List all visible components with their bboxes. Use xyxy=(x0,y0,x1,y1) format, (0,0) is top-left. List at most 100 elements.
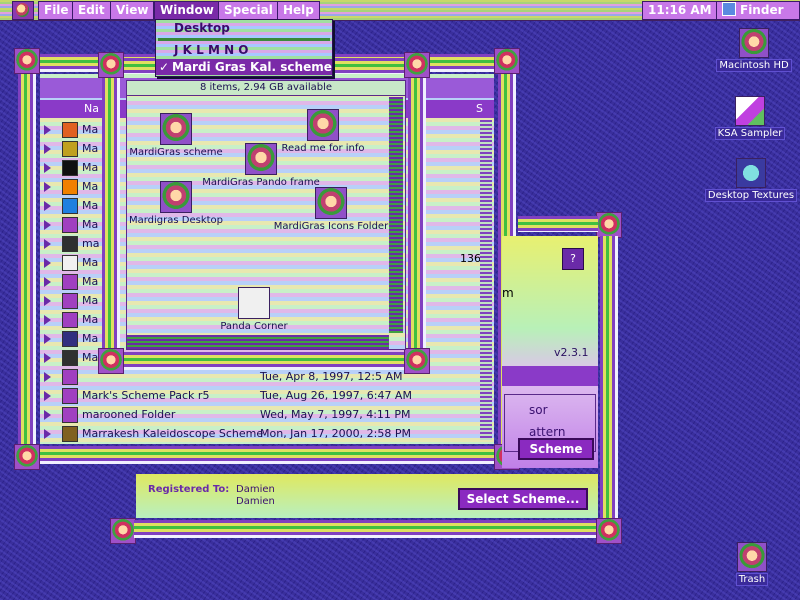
desktop-icon-trash[interactable]: Trash xyxy=(722,542,782,586)
menu-window[interactable]: Window xyxy=(154,1,220,20)
menu-special[interactable]: Special xyxy=(218,1,279,20)
list-row-name: Ma xyxy=(82,332,99,345)
menu-edit[interactable]: Edit xyxy=(72,1,111,20)
disclosure-triangle-icon[interactable] xyxy=(44,296,51,306)
frame-left xyxy=(18,74,36,444)
desktop-icon-macintosh-hd[interactable]: Macintosh HD xyxy=(712,28,796,72)
vertical-scrollbar[interactable] xyxy=(389,97,403,333)
registered-organization: Damien xyxy=(236,496,275,507)
list-row-name: Ma xyxy=(82,294,99,307)
folder-icon xyxy=(315,187,347,219)
select-scheme-button[interactable]: Select Scheme... xyxy=(458,488,588,510)
mardigras-scheme-icon xyxy=(160,113,192,145)
disclosure-triangle-icon[interactable] xyxy=(44,353,51,363)
list-row-name: Ma xyxy=(82,161,99,174)
application-icon xyxy=(735,96,765,126)
file-icon xyxy=(62,388,78,404)
file-icon xyxy=(62,179,78,195)
pando-frame-icon xyxy=(245,143,277,175)
disclosure-triangle-icon[interactable] xyxy=(44,429,51,439)
registered-label: Registered To: xyxy=(148,484,230,495)
frame-bottom xyxy=(124,352,404,370)
partial-text-1: sor xyxy=(529,403,548,417)
frame-corner-icon xyxy=(404,52,430,78)
menu-item-mardi-gras[interactable]: ✓ Mardi Gras Kal. scheme xyxy=(156,59,332,75)
menu-item-desktop[interactable]: Desktop xyxy=(156,20,332,36)
file-icon xyxy=(62,160,78,176)
partial-text-2: attern xyxy=(529,425,566,439)
disclosure-triangle-icon[interactable] xyxy=(44,315,51,325)
frame-corner-icon xyxy=(596,518,622,544)
disclosure-triangle-icon[interactable] xyxy=(44,334,51,344)
menubar-clock[interactable]: 11:16 AM xyxy=(642,1,718,20)
disclosure-triangle-icon[interactable] xyxy=(44,163,51,173)
disclosure-triangle-icon[interactable] xyxy=(44,372,51,382)
title-bar[interactable] xyxy=(518,216,598,232)
disclosure-triangle-icon[interactable] xyxy=(44,144,51,154)
disclosure-triangle-icon[interactable] xyxy=(44,391,51,401)
disclosure-triangle-icon[interactable] xyxy=(44,125,51,135)
list-row-name: Ma xyxy=(82,351,99,364)
frame-corner-icon xyxy=(98,52,124,78)
icon-label: MardiGras Icons Folder xyxy=(273,221,389,232)
horizontal-scrollbar[interactable] xyxy=(127,335,389,349)
apple-menu-icon[interactable] xyxy=(12,1,34,20)
file-icon xyxy=(62,312,78,328)
frame-corner-icon xyxy=(494,48,520,74)
icon-mardigras-icons-folder[interactable]: MardiGras Icons Folder xyxy=(271,187,391,232)
folder-icon xyxy=(736,158,766,188)
list-row-name: Ma xyxy=(82,180,99,193)
frame-corner-icon xyxy=(596,212,622,238)
status-bar: 8 items, 2.94 GB available xyxy=(127,81,405,96)
frame-corner-icon xyxy=(110,518,136,544)
disclosure-triangle-icon[interactable] xyxy=(44,182,51,192)
partial-title-char: m xyxy=(502,286,514,300)
frame-corner-icon xyxy=(14,444,40,470)
desktop-icon-label: Trash xyxy=(735,573,769,586)
hard-disk-icon xyxy=(739,28,769,58)
desktop-icon-ksa-sampler[interactable]: KSA Sampler xyxy=(708,96,792,140)
file-icon xyxy=(62,274,78,290)
disclosure-triangle-icon[interactable] xyxy=(44,201,51,211)
file-icon xyxy=(62,255,78,271)
menu-view[interactable]: View xyxy=(110,1,155,20)
list-row-name: Ma xyxy=(82,275,99,288)
file-icon xyxy=(62,293,78,309)
version-label: v2.3.1 xyxy=(554,346,589,359)
disclosure-triangle-icon[interactable] xyxy=(44,277,51,287)
frame-right xyxy=(408,78,426,348)
panel-divider xyxy=(502,366,598,386)
menu-item-label: Mardi Gras Kal. scheme xyxy=(172,60,332,74)
desktop-picture-icon xyxy=(160,181,192,213)
scheme-button[interactable]: Scheme xyxy=(518,438,594,460)
document-icon xyxy=(307,109,339,141)
icon-label: Mardigras Desktop xyxy=(128,215,224,226)
icon-panda-corner[interactable]: Panda Corner xyxy=(211,287,297,332)
column-header-name[interactable]: Na xyxy=(84,102,99,115)
file-icon xyxy=(62,350,78,366)
icon-label: Panda Corner xyxy=(220,321,288,332)
file-icon xyxy=(62,198,78,214)
file-icon xyxy=(62,369,78,385)
icon-mardigras-desktop[interactable]: Mardigras Desktop xyxy=(127,181,225,226)
menu-help[interactable]: Help xyxy=(277,1,320,20)
disclosure-triangle-icon[interactable] xyxy=(44,258,51,268)
list-row-name: Ma xyxy=(82,218,99,231)
frame-corner-icon xyxy=(14,48,40,74)
help-icon[interactable]: ? xyxy=(562,248,584,270)
registered-name: Damien xyxy=(236,484,275,495)
frame-left xyxy=(102,78,120,348)
disclosure-triangle-icon[interactable] xyxy=(44,239,51,249)
trash-icon xyxy=(737,542,767,572)
registration-panel: Registered To: Damien Damien Select Sche… xyxy=(136,474,598,518)
desktop-icon-label: KSA Sampler xyxy=(714,127,786,140)
menu-item-jklmno[interactable]: J K L M N O xyxy=(156,42,332,58)
column-header-size[interactable]: S xyxy=(476,102,483,115)
application-menu[interactable]: Finder xyxy=(716,1,800,20)
disclosure-triangle-icon[interactable] xyxy=(44,220,51,230)
finder-icon xyxy=(722,2,736,16)
disclosure-triangle-icon[interactable] xyxy=(44,410,51,420)
menu-file[interactable]: File xyxy=(38,1,75,20)
file-icon xyxy=(62,217,78,233)
desktop-icon-desktop-textures[interactable]: Desktop Textures xyxy=(700,158,800,202)
